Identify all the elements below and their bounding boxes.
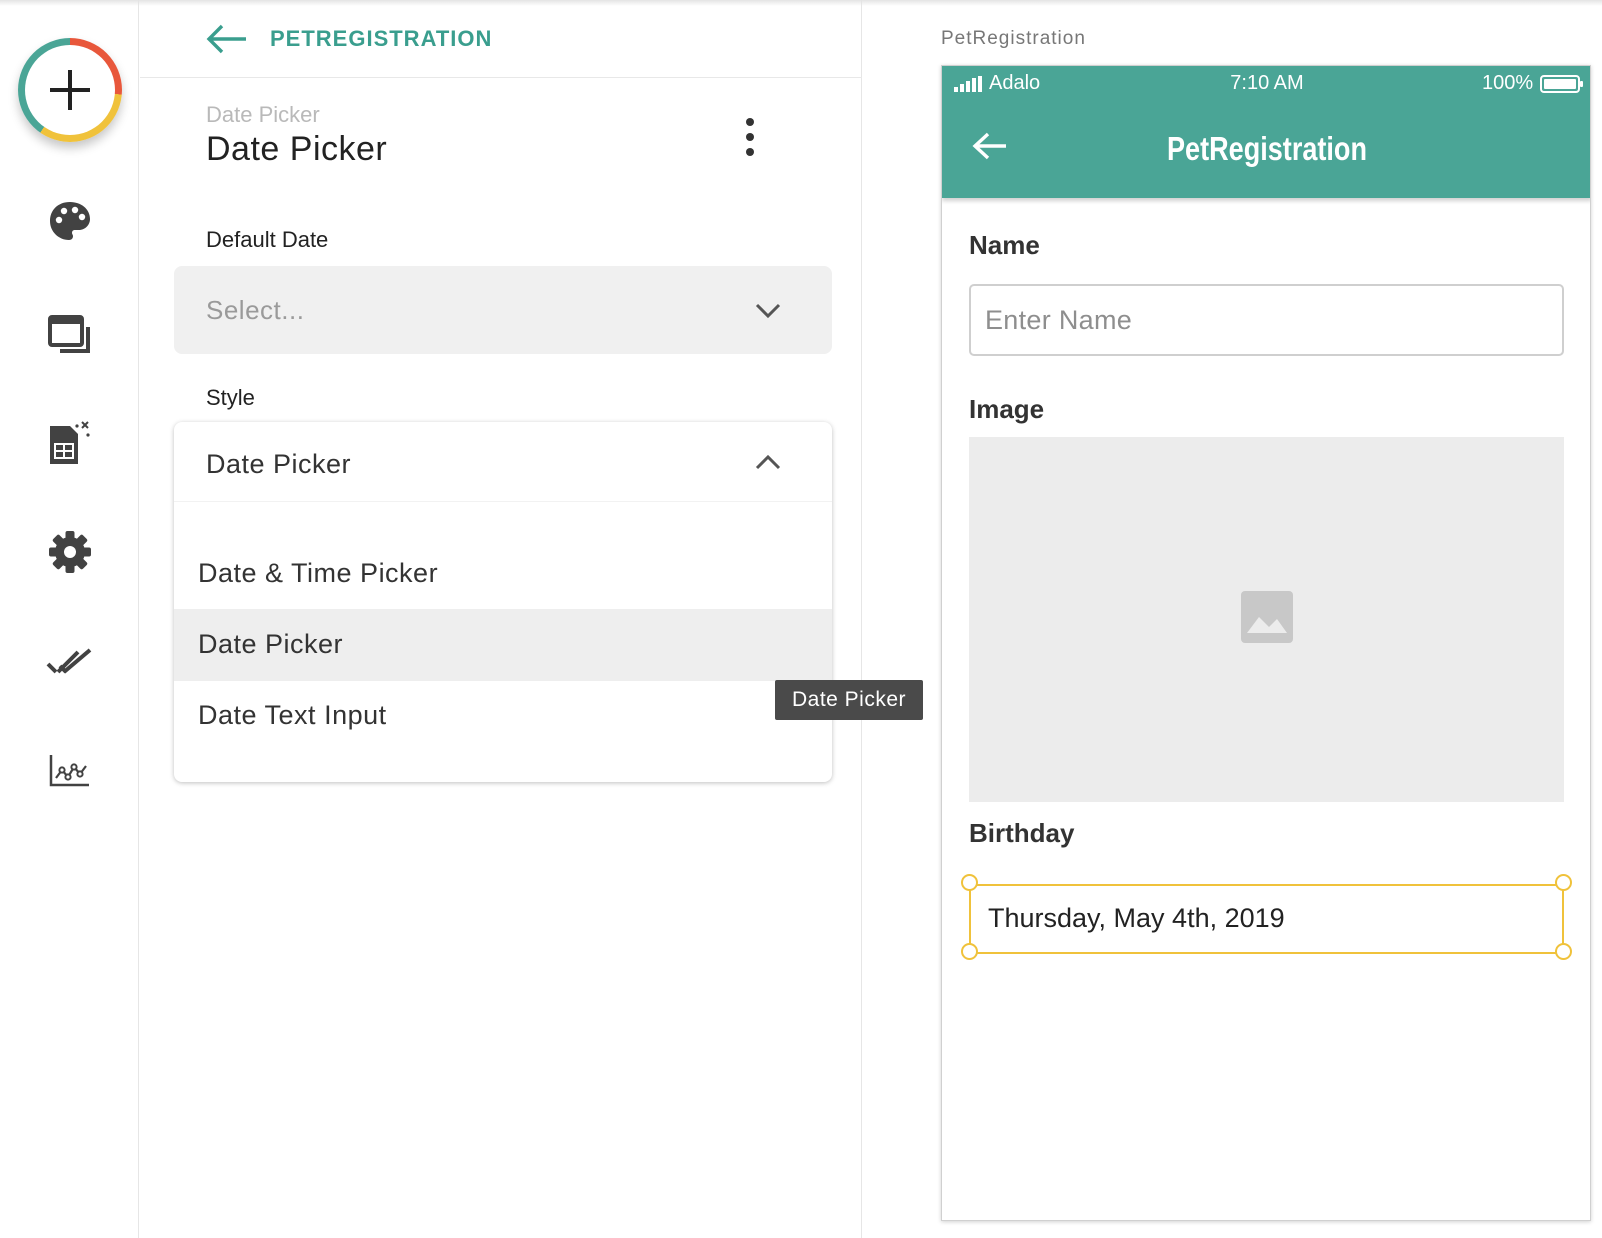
default-date-label: Default Date [206,227,329,252]
chevron-down-icon [755,303,781,319]
option-label: Date Text Input [198,700,387,730]
app-bar: Adalo 7:10 AM 100% PetRegistration [942,66,1590,198]
option-label: Date & Time Picker [198,558,439,588]
birthday-label: Birthday [969,818,1075,848]
settings-button[interactable] [44,526,96,578]
more-vertical-icon [746,118,754,156]
name-placeholder: Enter Name [985,305,1133,335]
phone-preview: Adalo 7:10 AM 100% PetRegistration Name … [941,65,1591,1221]
style-select[interactable]: Date Picker [174,422,832,502]
left-toolbar [0,0,139,1238]
style-option-date-time-picker[interactable]: Date & Time Picker [174,538,832,610]
database-icon [50,421,90,464]
more-options-button[interactable] [736,116,764,158]
screen-name-label[interactable]: PetRegistration [941,28,1086,50]
status-battery-percent: 100% [1482,72,1534,94]
battery-icon [1540,75,1583,93]
resize-handle-top-right[interactable] [1555,874,1572,891]
add-component-button[interactable] [18,38,122,142]
style-option-date-text-input[interactable]: Date Text Input [174,680,832,752]
tooltip: Date Picker [775,680,923,720]
branding-button[interactable] [44,196,96,248]
birthday-value: Thursday, May 4th, 2019 [988,903,1285,933]
panel-header: PETREGISTRATION [140,0,862,78]
name-input[interactable]: Enter Name [969,284,1564,356]
analytics-icon [49,755,89,787]
resize-handle-bottom-left[interactable] [961,943,978,960]
screens-button[interactable] [44,309,96,361]
analytics-button[interactable] [44,745,96,797]
chevron-up-icon [755,454,781,470]
birthday-date-picker[interactable]: Thursday, May 4th, 2019 [969,884,1564,954]
default-date-placeholder: Select... [206,295,305,325]
database-button[interactable] [44,418,96,470]
image-label: Image [969,394,1045,424]
name-label: Name [969,230,1040,260]
palette-icon [50,202,90,240]
screens-icon [48,315,90,353]
resize-handle-bottom-right[interactable] [1555,943,1572,960]
component-type-label: Date Picker [206,102,320,127]
back-link[interactable]: PETREGISTRATION [270,26,492,52]
publish-button[interactable] [44,636,96,688]
style-selected-value: Date Picker [206,449,352,479]
option-label: Date Picker [198,629,344,659]
properties-panel: PETREGISTRATION Date Picker Date Picker … [140,0,862,1238]
top-shadow [0,0,1602,6]
publish-check-icon [46,648,92,674]
style-label: Style [206,385,255,410]
back-button[interactable] [206,22,248,56]
default-date-select[interactable]: Select... [174,266,832,354]
add-icon [50,70,90,110]
resize-handle-top-left[interactable] [961,874,978,891]
style-dropdown: Date Picker Date & Time Picker Date Pick… [174,422,832,782]
arrow-left-icon [206,24,246,54]
image-placeholder[interactable] [969,437,1564,802]
app-title: PetRegistration [1167,130,1367,167]
settings-icon [49,531,91,573]
add-button-face [25,45,115,135]
component-name[interactable]: Date Picker [206,130,387,169]
image-icon [1241,591,1293,643]
style-option-date-picker[interactable]: Date Picker [174,609,832,681]
